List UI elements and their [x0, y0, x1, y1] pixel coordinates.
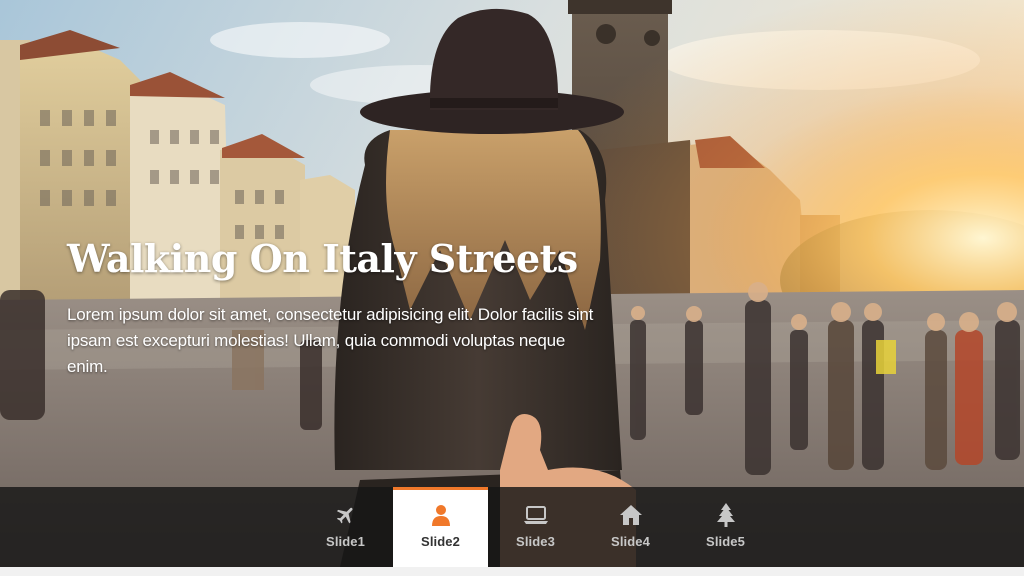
tab-slide2[interactable]: Slide2 [393, 487, 488, 567]
tab-slide5[interactable]: Slide5 [678, 487, 773, 567]
tab-slide3[interactable]: Slide3 [488, 487, 583, 567]
user-icon [428, 503, 454, 527]
plane-icon [333, 503, 359, 527]
tab-label: Slide4 [611, 534, 650, 549]
page-footer-strip [0, 567, 1024, 576]
tab-label: Slide1 [326, 534, 365, 549]
slider-nav-bar: Slide1 Slide2 Slide3 Slide4 Slide5 [0, 487, 1024, 567]
tab-slide1[interactable]: Slide1 [298, 487, 393, 567]
laptop-icon [523, 503, 549, 527]
slide-caption: Walking On Italy Streets Lorem ipsum dol… [67, 226, 607, 380]
slide-title: Walking On Italy Streets [67, 236, 578, 281]
tab-label: Slide5 [706, 534, 745, 549]
tab-label: Slide3 [516, 534, 555, 549]
tree-icon [713, 503, 739, 527]
slide-description: Lorem ipsum dolor sit amet, consectetur … [67, 305, 594, 376]
tab-label: Slide2 [421, 534, 460, 549]
slider-nav-tabs: Slide1 Slide2 Slide3 Slide4 Slide5 [298, 487, 773, 567]
image-slider: Walking On Italy Streets Lorem ipsum dol… [0, 0, 1024, 567]
tab-slide4[interactable]: Slide4 [583, 487, 678, 567]
home-icon [618, 503, 644, 527]
